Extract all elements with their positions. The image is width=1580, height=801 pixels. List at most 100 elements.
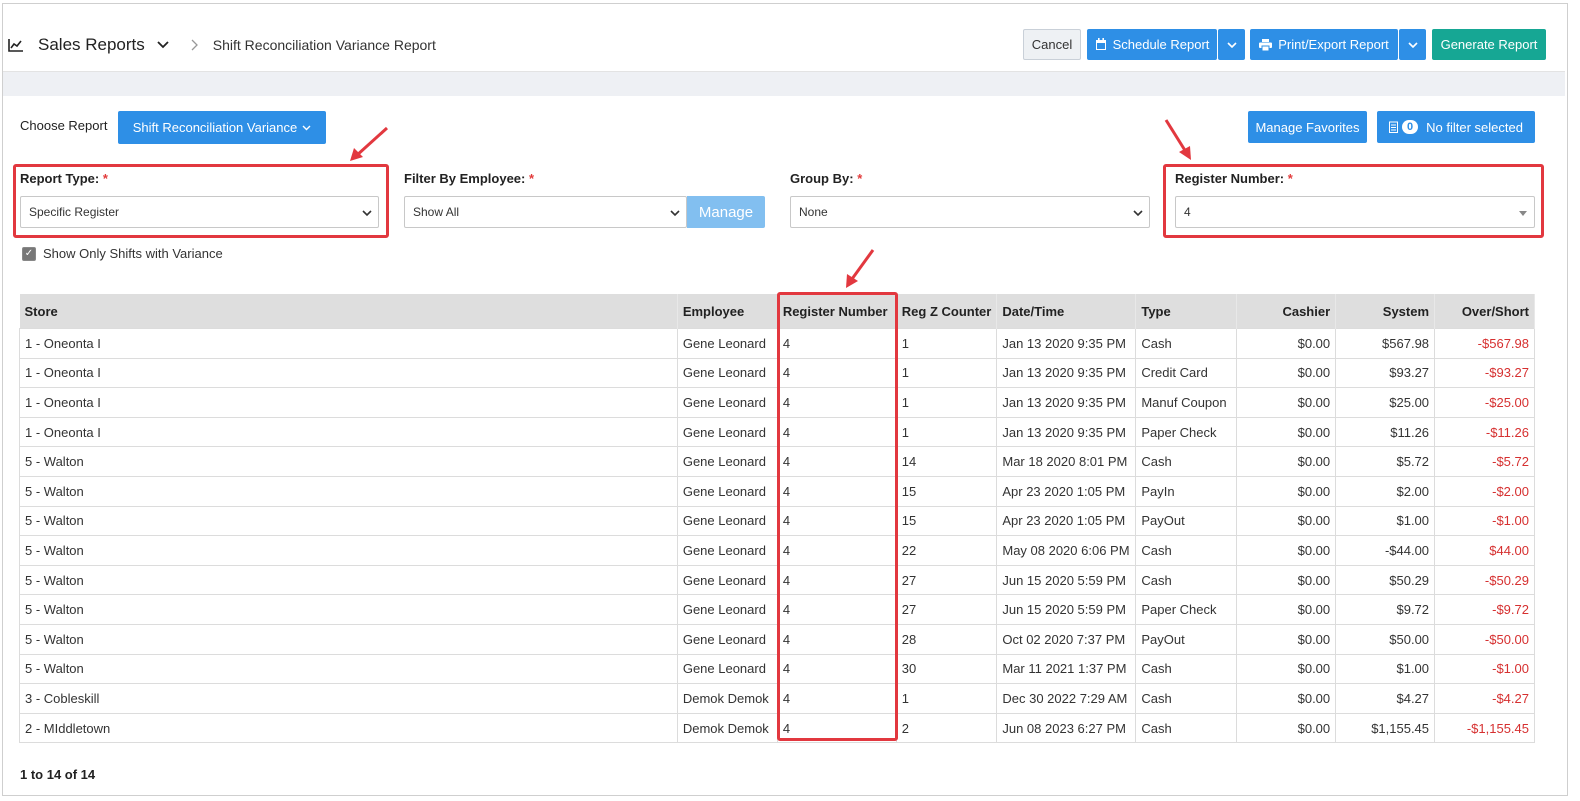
cell-date-time: Jan 13 2020 9:35 PM <box>996 357 1137 388</box>
cell-type: Cash <box>1135 653 1238 684</box>
table-row[interactable]: 1 - Oneonta I Gene Leonard 4 1 Jan 13 2020 9… <box>19 416 1535 447</box>
cell-store: 5 - Walton <box>19 505 678 536</box>
cell-store: 5 - Walton <box>19 653 678 684</box>
print-export-label: Print/Export Report <box>1278 37 1389 52</box>
group-by-label-text: Group By: <box>790 171 854 186</box>
cell-reg-z-counter: 28 <box>896 623 998 655</box>
cell-reg-z-counter: 22 <box>896 535 998 566</box>
cell-reg-z-counter: 1 <box>896 328 998 359</box>
cell-date-time: Oct 02 2020 7:37 PM <box>996 623 1137 655</box>
group-by-select[interactable]: None <box>790 196 1150 228</box>
cell-employee: Gene Leonard <box>677 535 778 566</box>
schedule-report-label: Schedule Report <box>1112 37 1210 52</box>
cell-date-time: Mar 11 2021 1:37 PM <box>996 653 1137 684</box>
table-row[interactable]: 5 - Walton Gene Leonard 4 27 Jun 15 2020 5:5… <box>19 564 1535 595</box>
manage-employees-button[interactable]: Manage <box>687 196 765 228</box>
cell-employee: Demok Demok <box>677 683 778 714</box>
column-header-employee[interactable]: Employee <box>677 294 778 329</box>
cell-store: 5 - Walton <box>19 446 678 477</box>
report-type-select[interactable]: Specific Register <box>20 196 379 228</box>
table-row[interactable]: 5 - Walton Gene Leonard 4 28 Oct 02 2020 7:3… <box>19 623 1535 655</box>
table-row[interactable]: 1 - Oneonta I Gene Leonard 4 1 Jan 13 2020 9… <box>19 387 1535 418</box>
generate-report-button[interactable]: Generate Report <box>1432 29 1546 60</box>
cell-over-short: -$2.00 <box>1434 475 1535 507</box>
cell-type: Manuf Coupon <box>1135 387 1238 418</box>
column-header-over-short[interactable]: Over/Short <box>1434 294 1535 329</box>
cell-employee: Gene Leonard <box>677 564 778 595</box>
cell-cashier: $0.00 <box>1236 387 1337 418</box>
cell-over-short: -$1.00 <box>1434 653 1535 684</box>
register-number-select[interactable]: 4 <box>1175 196 1535 228</box>
section-title[interactable]: Sales Reports <box>38 35 145 55</box>
chevron-down-icon <box>362 210 372 217</box>
cell-register-number: 4 <box>777 535 897 566</box>
cell-type: PayOut <box>1135 505 1238 536</box>
table-row[interactable]: 5 - Walton Gene Leonard 4 14 Mar 18 2020 8:0… <box>19 446 1535 477</box>
column-header-store[interactable]: Store <box>19 294 678 329</box>
cell-date-time: Apr 23 2020 1:05 PM <box>996 505 1137 536</box>
table-row[interactable]: 5 - Walton Gene Leonard 4 15 Apr 23 2020 1:0… <box>19 475 1535 507</box>
table-row[interactable]: 5 - Walton Gene Leonard 4 15 Apr 23 2020 1:0… <box>19 505 1535 536</box>
table-row[interactable]: 5 - Walton Gene Leonard 4 22 May 08 2020 6:0… <box>19 535 1535 566</box>
cancel-button[interactable]: Cancel <box>1023 29 1081 60</box>
variance-checkbox[interactable]: ✓ <box>22 246 36 261</box>
cell-cashier: $0.00 <box>1236 505 1337 536</box>
cell-cashier: $0.00 <box>1236 416 1337 447</box>
cell-cashier: $0.00 <box>1236 564 1337 595</box>
cell-register-number: 4 <box>777 653 897 684</box>
column-header-reg-z-counter[interactable]: Reg Z Counter <box>896 294 998 329</box>
schedule-report-button[interactable]: Schedule Report <box>1087 29 1217 60</box>
cell-register-number: 4 <box>777 594 897 625</box>
line-chart-icon <box>8 39 23 52</box>
cell-employee: Gene Leonard <box>677 328 778 359</box>
cell-date-time: Jun 15 2020 5:59 PM <box>996 594 1137 625</box>
cell-over-short: -$50.00 <box>1434 623 1535 655</box>
table-row[interactable]: 1 - Oneonta I Gene Leonard 4 1 Jan 13 2020 9… <box>19 328 1535 359</box>
manage-favorites-button[interactable]: Manage Favorites <box>1248 111 1367 143</box>
employee-filter-label: Filter By Employee: * <box>404 171 534 186</box>
chevron-down-icon[interactable] <box>157 41 169 49</box>
cell-over-short: $44.00 <box>1434 535 1535 566</box>
pagination-summary: 1 to 14 of 14 <box>20 767 96 782</box>
cell-employee: Gene Leonard <box>677 416 778 447</box>
cell-employee: Gene Leonard <box>677 387 778 418</box>
cell-reg-z-counter: 1 <box>896 683 998 714</box>
table-row[interactable]: 5 - Walton Gene Leonard 4 27 Jun 15 2020 5:5… <box>19 594 1535 625</box>
cell-system: $50.00 <box>1335 623 1436 655</box>
cell-register-number: 4 <box>777 387 897 418</box>
cell-store: 5 - Walton <box>19 535 678 566</box>
cell-reg-z-counter: 15 <box>896 505 998 536</box>
cell-register-number: 4 <box>777 623 897 655</box>
cell-employee: Demok Demok <box>677 712 778 744</box>
cell-cashier: $0.00 <box>1236 446 1337 477</box>
print-export-button[interactable]: Print/Export Report <box>1250 29 1398 60</box>
table-row[interactable]: 3 - Cobleskill Demok Demok 4 1 Dec 30 2022 7… <box>19 683 1535 714</box>
cell-date-time: Jan 13 2020 9:35 PM <box>996 387 1137 418</box>
column-header-date-time[interactable]: Date/Time <box>996 294 1137 329</box>
column-header-register-number[interactable]: Register Number <box>777 294 897 329</box>
column-header-type[interactable]: Type <box>1135 294 1238 329</box>
cell-system: $1.00 <box>1335 505 1436 536</box>
cell-type: Cash <box>1135 564 1238 595</box>
table-row[interactable]: 5 - Walton Gene Leonard 4 30 Mar 11 2021 1:3… <box>19 653 1535 684</box>
cell-reg-z-counter: 1 <box>896 416 998 447</box>
cell-system: $93.27 <box>1335 357 1436 388</box>
cell-date-time: Jun 15 2020 5:59 PM <box>996 564 1137 595</box>
cell-employee: Gene Leonard <box>677 475 778 507</box>
cell-system: $567.98 <box>1335 328 1436 359</box>
variance-checkbox-row[interactable]: ✓ Show Only Shifts with Variance <box>22 246 223 261</box>
schedule-dropdown-toggle[interactable] <box>1218 29 1245 60</box>
employee-filter-select[interactable]: Show All <box>404 196 687 228</box>
table-row[interactable]: 1 - Oneonta I Gene Leonard 4 1 Jan 13 2020 9… <box>19 357 1535 388</box>
table-row[interactable]: 2 - MIddletown Demok Demok 4 2 Jun 08 2023 6… <box>19 712 1535 744</box>
cell-type: Cash <box>1135 535 1238 566</box>
print-dropdown-toggle[interactable] <box>1399 29 1426 60</box>
column-header-cashier[interactable]: Cashier <box>1236 294 1337 329</box>
cell-date-time: Dec 30 2022 7:29 AM <box>996 683 1137 714</box>
cell-cashier: $0.00 <box>1236 357 1337 388</box>
clipboard-icon <box>1389 121 1399 133</box>
filter-button[interactable]: 0 No filter selected <box>1377 111 1535 143</box>
column-header-system[interactable]: System <box>1335 294 1436 329</box>
cell-date-time: Jan 13 2020 9:35 PM <box>996 328 1137 359</box>
choose-report-dropdown[interactable]: Shift Reconciliation Variance <box>118 111 326 144</box>
